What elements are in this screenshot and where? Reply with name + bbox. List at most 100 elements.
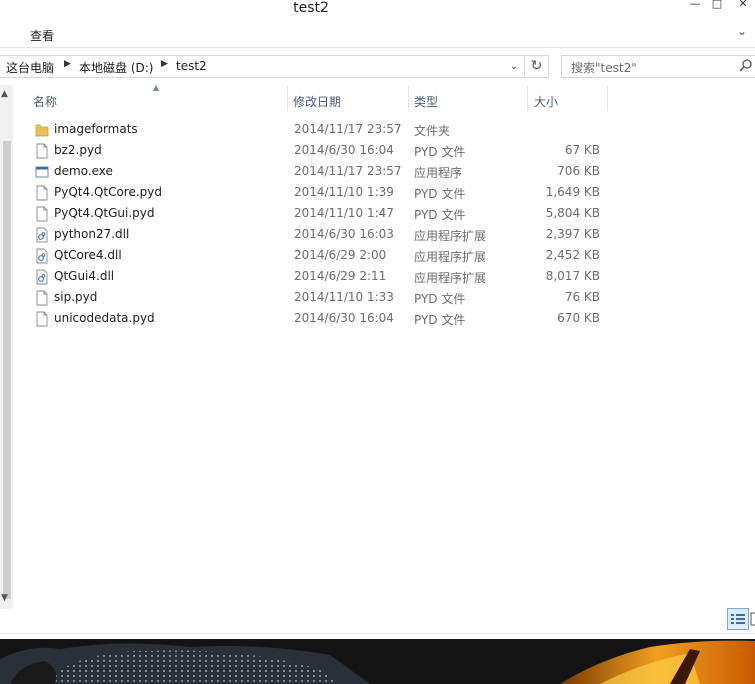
file-date: 2014/11/17 23:57 [294,164,402,178]
vertical-scrollbar[interactable]: ▲ ▼ [0,85,13,609]
chevron-down-icon[interactable]: ⌄ [737,24,747,38]
column-header-size[interactable]: 大小 [534,85,606,113]
column-header-type[interactable]: 类型 [414,85,526,113]
file-icon [35,143,49,159]
minimize-icon[interactable]: — [684,0,706,12]
file-name: sip.pyd [54,290,98,304]
file-date: 2014/6/30 16:04 [294,143,394,157]
file-date: 2014/6/30 16:03 [294,227,394,241]
ribbon: 查看 ⌄ [0,20,755,48]
file-type: 应用程序 [414,166,463,180]
file-name: demo.exe [54,164,113,178]
file-date: 2014/11/10 1:47 [294,206,394,220]
column-header-name-label: 名称 [33,95,58,109]
file-name: PyQt4.QtGui.pyd [54,206,155,220]
refresh-icon[interactable]: ↻ [524,55,548,78]
file-type: PYD 文件 [414,313,466,327]
file-row[interactable]: python27.dll 2014/6/30 16:03 应用程序扩展 2,397 K… [31,224,606,245]
close-icon[interactable]: ✕ [732,0,754,12]
breadcrumb-drive-d[interactable]: 本地磁盘 (D:) [79,59,153,76]
file-row[interactable]: imageformats 2014/11/17 23:57 文件夹 [31,119,606,140]
column-divider[interactable] [408,85,409,111]
breadcrumb-separator-icon[interactable]: ▶ [64,59,71,69]
file-name: bz2.pyd [54,143,102,157]
file-name: python27.dll [54,227,130,241]
address-bar[interactable]: 这台电脑 ▶ 本地磁盘 (D:) ▶ test2 ⌄ ↻ [0,55,549,78]
file-size: 76 KB [564,290,600,304]
file-date: 2014/6/29 2:11 [294,269,387,283]
dll-icon [35,248,49,264]
file-type: PYD 文件 [414,208,466,222]
file-size: 2,397 KB [545,227,600,241]
file-name: QtGui4.dll [54,269,115,283]
scroll-down-icon[interactable]: ▼ [1,593,8,603]
scroll-up-icon[interactable]: ▲ [1,89,8,99]
dll-icon [35,269,49,285]
file-size: 8,017 KB [545,269,600,283]
file-row[interactable]: QtGui4.dll 2014/6/29 2:11 应用程序扩展 8,017 KB [31,266,606,287]
file-size: 67 KB [564,143,600,157]
details-view-button[interactable] [727,608,749,630]
file-icon [35,206,49,222]
column-header-type-label: 类型 [414,95,439,109]
file-list-pane: ▲ ▼ ▲ 名称 修改日期 类型 大小 imageformats 2014/11/… [0,83,755,633]
dll-icon [35,227,49,243]
file-type: 应用程序扩展 [414,250,487,264]
application-icon [35,164,49,180]
file-icon [35,311,49,327]
file-name: QtCore4.dll [54,248,122,262]
address-dropdown-icon[interactable]: ⌄ [506,58,522,76]
desktop-wallpaper [0,639,755,684]
wallpaper-image [0,639,755,684]
breadcrumb-this-pc[interactable]: 这台电脑 [6,59,54,76]
breadcrumb-separator-icon[interactable]: ▶ [161,59,168,69]
title-bar: test2 — □ ✕ [0,0,755,20]
folder-icon [35,122,49,138]
file-type: PYD 文件 [414,292,466,306]
file-row[interactable]: demo.exe 2014/11/17 23:57 应用程序 706 KB [31,161,606,182]
file-size: 706 KB [557,164,600,178]
column-divider[interactable] [527,85,528,111]
file-date: 2014/11/10 1:33 [294,290,394,304]
file-type: PYD 文件 [414,145,466,159]
file-row[interactable]: PyQt4.QtCore.pyd 2014/11/10 1:39 PYD 文件 1,6… [31,182,606,203]
tab-view[interactable]: 查看 [30,27,54,44]
file-name: imageformats [54,122,138,136]
file-size: 670 KB [557,311,600,325]
search-icon[interactable] [739,58,753,74]
breadcrumb-test2[interactable]: test2 [176,59,207,73]
file-row[interactable]: unicodedata.pyd 2014/6/30 16:04 PYD 文件 670 … [31,308,606,329]
file-row[interactable]: QtCore4.dll 2014/6/29 2:00 应用程序扩展 2,452 KB [31,245,606,266]
window-title: test2 [293,0,329,16]
file-name: unicodedata.pyd [54,311,155,325]
file-date: 2014/11/17 23:57 [294,122,402,136]
file-size: 1,649 KB [545,185,600,199]
file-icon [35,290,49,306]
search-box[interactable]: 搜索"test2" [561,55,755,78]
file-type: 应用程序扩展 [414,271,487,285]
file-date: 2014/6/30 16:04 [294,311,394,325]
column-header-date-label: 修改日期 [293,95,342,109]
file-type: PYD 文件 [414,187,466,201]
file-type: 应用程序扩展 [414,229,487,243]
column-divider[interactable] [607,85,608,111]
large-icons-view-icon[interactable] [750,611,755,627]
scrollbar-thumb[interactable] [3,141,11,599]
file-date: 2014/11/10 1:39 [294,185,394,199]
column-header-name[interactable]: 名称 [33,85,287,113]
file-icon [35,185,49,201]
maximize-icon[interactable]: □ [706,0,728,12]
file-row[interactable]: bz2.pyd 2014/6/30 16:04 PYD 文件 67 KB [31,140,606,161]
search-input[interactable]: 搜索"test2" [571,59,637,76]
file-size: 2,452 KB [545,248,600,262]
file-row[interactable]: sip.pyd 2014/11/10 1:33 PYD 文件 76 KB [31,287,606,308]
file-type: 文件夹 [414,124,451,138]
file-size: 5,804 KB [545,206,600,220]
column-divider[interactable] [287,85,288,111]
file-row[interactable]: PyQt4.QtGui.pyd 2014/11/10 1:47 PYD 文件 5,80… [31,203,606,224]
column-header-date[interactable]: 修改日期 [293,85,407,113]
file-date: 2014/6/29 2:00 [294,248,387,262]
column-header-size-label: 大小 [534,95,559,109]
details-view-icon [731,614,745,624]
file-name: PyQt4.QtCore.pyd [54,185,163,199]
